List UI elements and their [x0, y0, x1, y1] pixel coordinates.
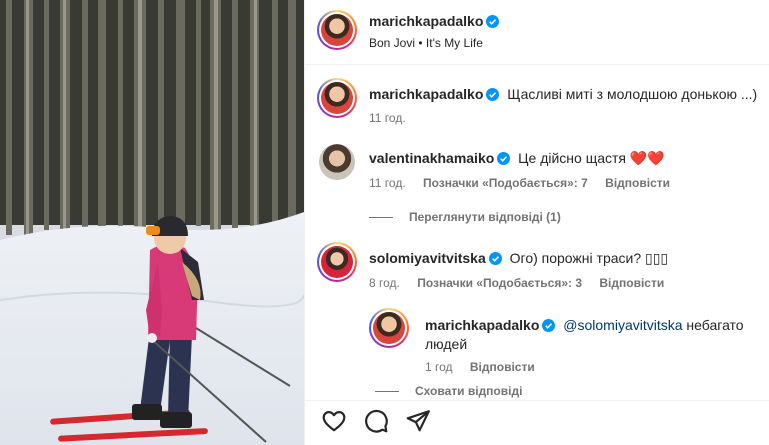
comment-text: Це дійсно щастя: [518, 150, 627, 166]
comment-bubble-icon[interactable]: [363, 408, 389, 434]
caption-avatar[interactable]: [317, 78, 357, 118]
post-media[interactable]: [0, 0, 304, 445]
verified-badge-icon: [488, 252, 502, 265]
reply-username[interactable]: marichkapadalko: [425, 317, 539, 333]
reply-avatar[interactable]: [369, 308, 409, 348]
reply-reply-button[interactable]: Відповісти: [470, 360, 535, 374]
comment-avatar[interactable]: [317, 242, 357, 282]
reply-mention[interactable]: @solomiyavitvitska: [563, 317, 682, 333]
hide-replies-button[interactable]: Сховати відповіді: [375, 384, 522, 398]
heart-emoji: ❤️❤️: [629, 150, 665, 166]
hide-replies-label: Сховати відповіді: [415, 384, 523, 398]
ski-video-frame: [0, 0, 304, 445]
reply-text-line1: небагато: [686, 317, 744, 333]
comment-likes[interactable]: Позначки «Подобається»: 3: [417, 276, 582, 290]
reply-time[interactable]: 1 год: [425, 360, 453, 374]
verified-badge-icon: [497, 152, 511, 165]
comment-username[interactable]: valentinakhamaiko: [369, 150, 494, 166]
reply-text-line2: людей: [425, 336, 468, 352]
comment-text: Ого) порожні траси?: [509, 250, 646, 266]
thread-line: [375, 391, 399, 393]
view-replies-button[interactable]: Переглянути відповіді (1): [369, 210, 561, 224]
emoji-placeholder: ▯▯▯: [645, 250, 669, 266]
comment-row: valentinakhamaiko Це дійсно щастя ❤️❤️: [369, 150, 759, 167]
comment-reply-button[interactable]: Відповісти: [599, 276, 664, 290]
thread-line: [369, 217, 393, 219]
comment-reply-button[interactable]: Відповісти: [605, 176, 670, 190]
caption-username[interactable]: marichkapadalko: [369, 86, 483, 102]
reply-row: marichkapadalko @solomiyavitvitska небаг…: [425, 316, 755, 354]
view-replies-label: Переглянути відповіді (1): [409, 210, 561, 224]
header-divider: [305, 64, 769, 65]
caption: marichkapadalko Щасливі миті з молодшою …: [369, 86, 759, 102]
comment-username[interactable]: solomiyavitvitska: [369, 250, 486, 266]
comment-row: solomiyavitvitska Ого) порожні траси? ▯▯…: [369, 250, 759, 267]
verified-badge-icon: [542, 319, 556, 332]
verified-badge-icon: [486, 88, 500, 101]
comment-time[interactable]: 11 год.: [369, 176, 406, 190]
heart-outline-icon[interactable]: [321, 408, 347, 434]
caption-time[interactable]: 11 год.: [369, 111, 406, 125]
comment-likes[interactable]: Позначки «Подобається»: 7: [423, 176, 588, 190]
header-music[interactable]: Bon Jovi • It's My Life: [369, 36, 483, 50]
actions-divider: [305, 400, 769, 401]
header-avatar[interactable]: [317, 10, 357, 50]
paper-plane-icon[interactable]: [405, 408, 431, 434]
header-username[interactable]: marichkapadalko: [369, 13, 483, 29]
comment-time[interactable]: 8 год.: [369, 276, 400, 290]
comments-panel: marichkapadalko Bon Jovi • It's My Life …: [304, 0, 769, 445]
caption-text: Щасливі миті з молодшою донькою ...): [507, 86, 758, 102]
verified-badge-icon: [486, 15, 500, 28]
comment-avatar[interactable]: [319, 144, 355, 180]
